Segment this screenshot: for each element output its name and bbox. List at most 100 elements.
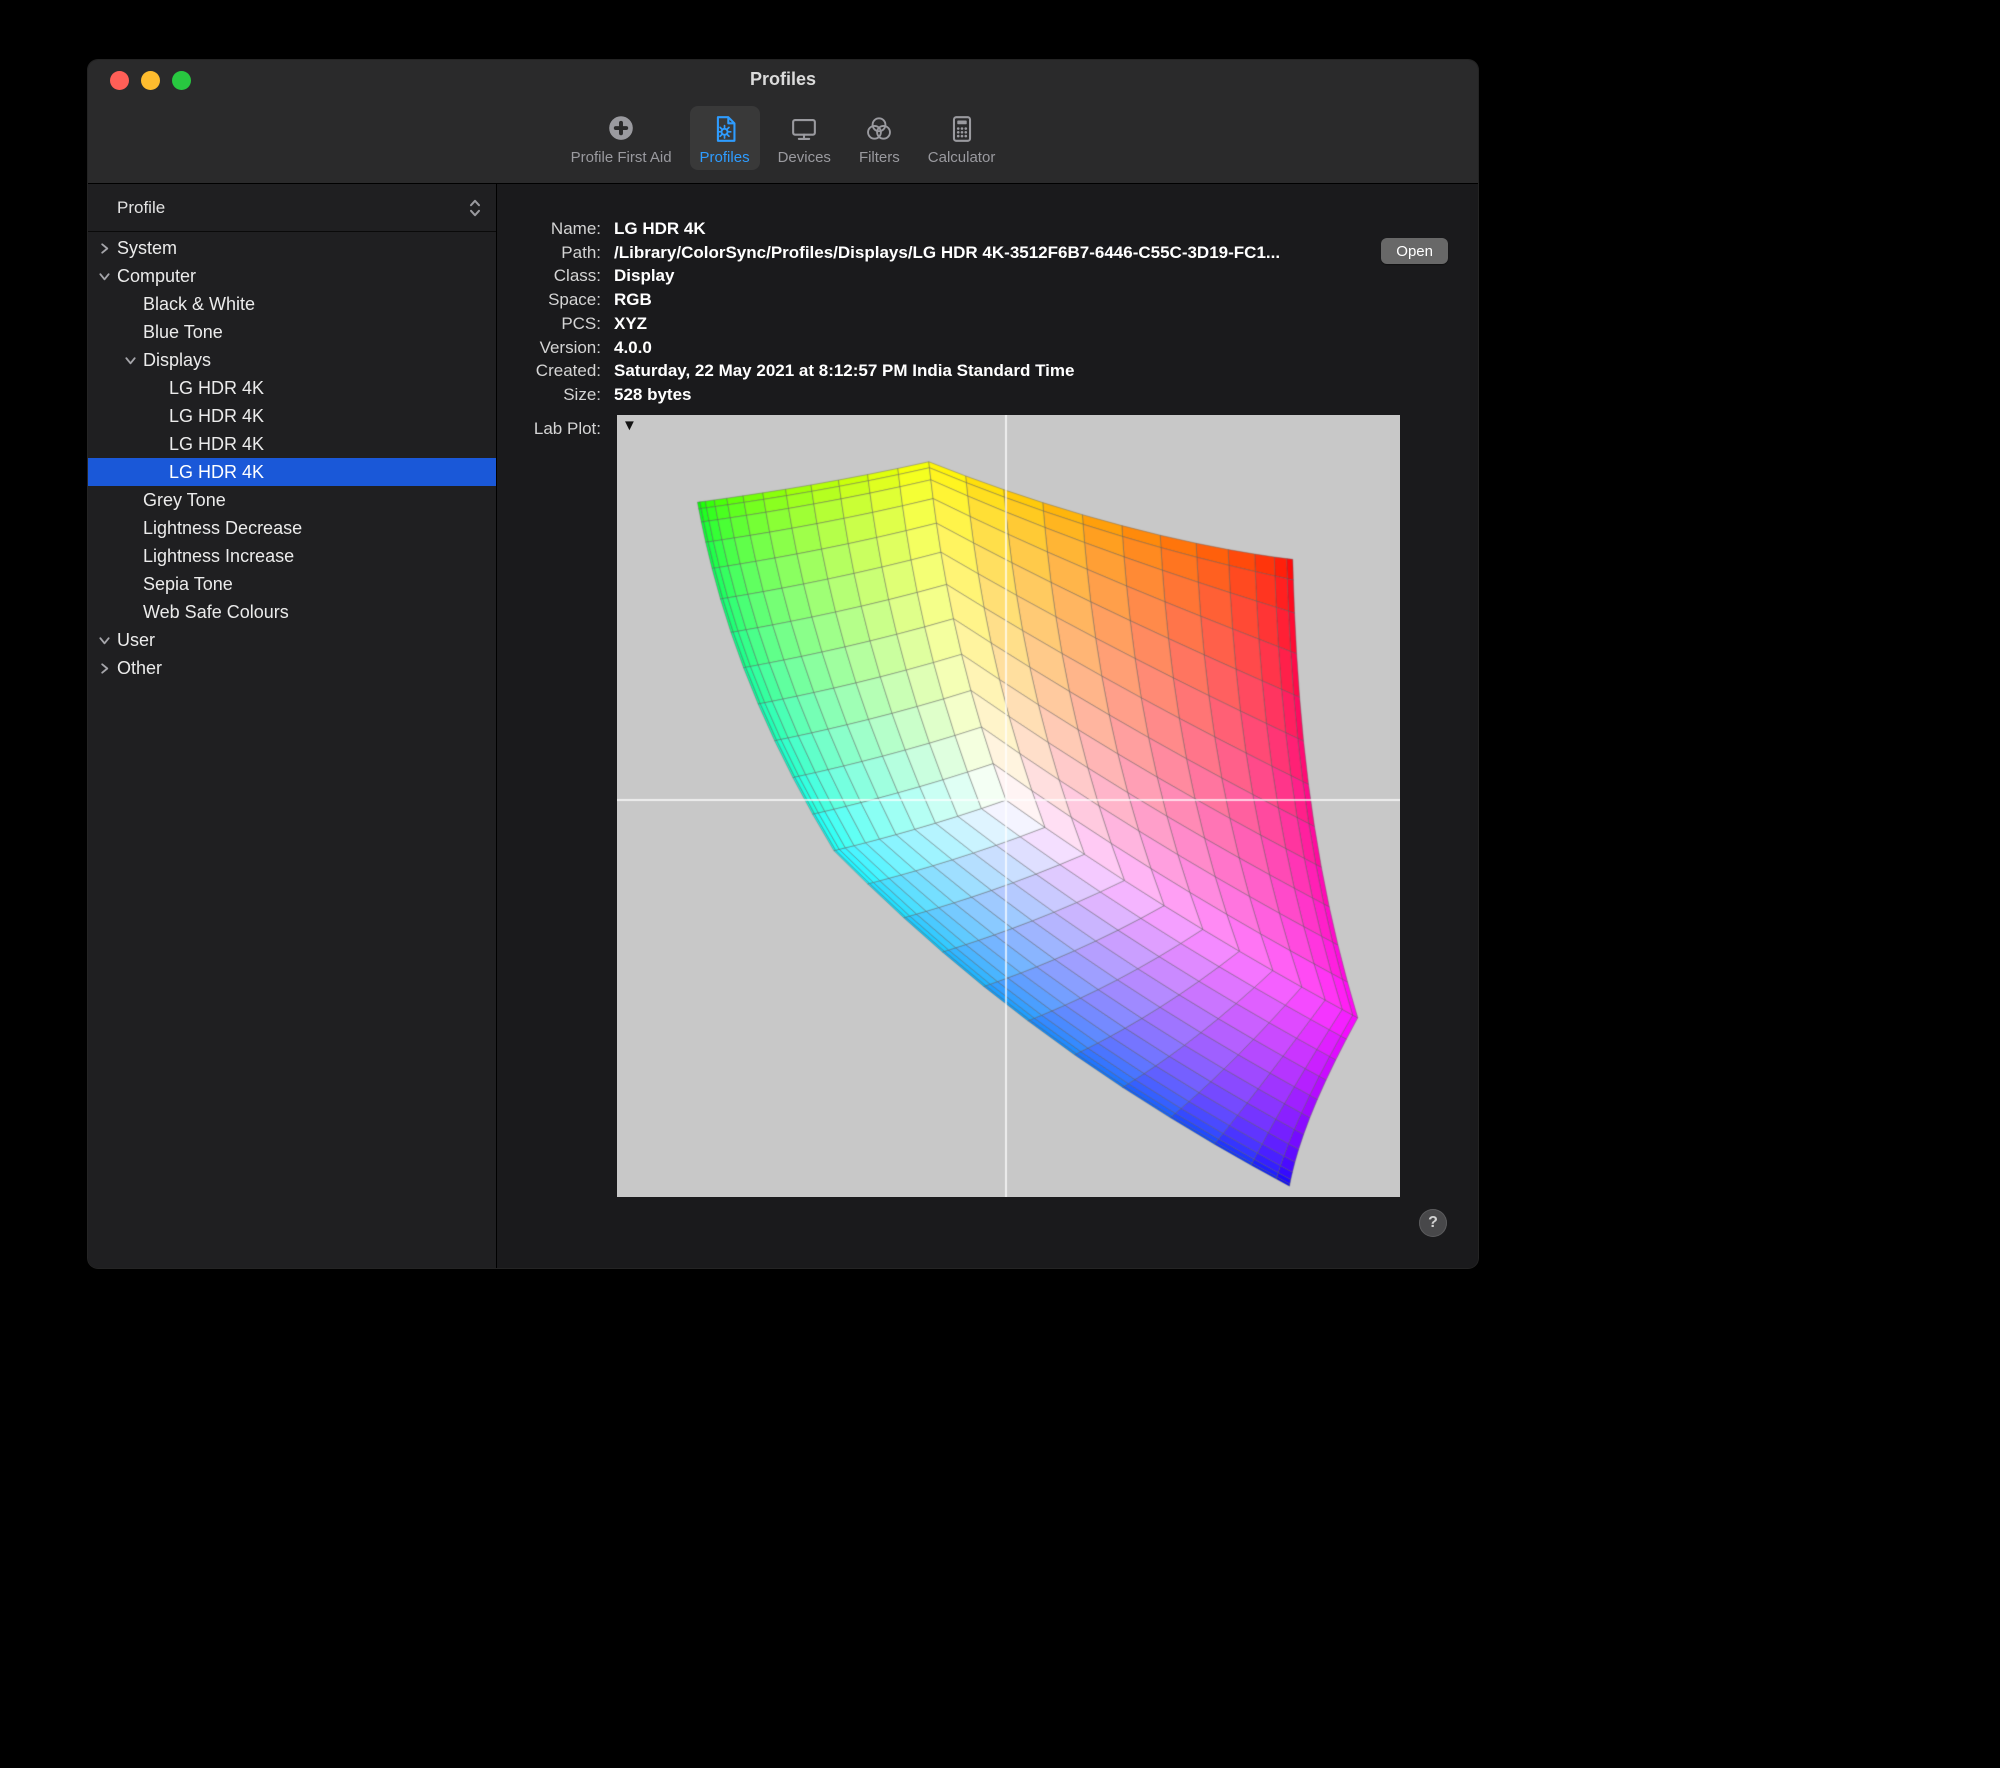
chevron-down-icon[interactable]	[124, 353, 143, 367]
detail-value: 528 bytes	[614, 384, 692, 404]
detail-label: Class:	[553, 266, 601, 286]
profile-details-panel: Name: LG HDR 4K Path: /Library/ColorSync/Pr…	[497, 184, 1478, 1268]
detail-row-pcs: PCS: XYZ	[497, 312, 1478, 336]
zoom-button[interactable]	[172, 71, 191, 90]
detail-row-class: Class: Display	[497, 264, 1478, 288]
detail-row-size: Size: 528 bytes	[497, 383, 1478, 407]
tree-item-label: Lightness Decrease	[143, 517, 303, 538]
tree-item-label: Web Safe Colours	[143, 601, 289, 622]
window-content: Profile System Computer Black & White Blue …	[88, 184, 1478, 1268]
chevron-down-icon[interactable]	[98, 269, 117, 283]
tree-item-label: Lightness Increase	[143, 545, 295, 566]
tree-item-lightness-decrease[interactable]: Lightness Decrease	[88, 514, 496, 542]
up-down-chevrons-icon[interactable]	[468, 197, 482, 219]
detail-label: Name:	[550, 219, 601, 238]
chevron-right-icon[interactable]	[98, 661, 117, 675]
toolbar-item-label: Profiles	[699, 149, 750, 166]
toolbar-item-filters[interactable]: Filters	[849, 106, 910, 170]
detail-value: Display	[614, 266, 675, 286]
detail-label: PCS:	[561, 313, 601, 333]
tree-item-label: LG HDR 4K	[169, 433, 265, 454]
toolbar: Profile First Aid Profiles Devices Filters C…	[88, 106, 1478, 170]
help-button[interactable]: ?	[1419, 1209, 1447, 1237]
chevron-right-icon[interactable]	[98, 241, 117, 255]
window-title: Profiles	[749, 69, 817, 89]
profile-column-header-label: Profile	[117, 197, 166, 217]
tree-item-lg-hdr-4k[interactable]: LG HDR 4K	[88, 458, 496, 486]
display-monitor-icon	[787, 112, 821, 146]
toolbar-item-label: Profile First Aid	[570, 149, 672, 166]
toolbar-item-profile-first-aid[interactable]: Profile First Aid	[561, 106, 682, 170]
profile-column-header[interactable]: Profile	[88, 184, 496, 232]
tree-item-grey-tone[interactable]: Grey Tone	[88, 486, 496, 514]
tree-item-label: LG HDR 4K	[169, 377, 265, 398]
tree-item-system[interactable]: System	[88, 234, 496, 262]
tree-item-label: Black & White	[143, 293, 256, 314]
tree-item-label: User	[117, 629, 156, 650]
tree-item-label: LG HDR 4K	[169, 461, 265, 482]
detail-row-created: Created: Saturday, 22 May 2021 at 8:12:57…	[497, 359, 1478, 383]
tree-item-label: Grey Tone	[143, 489, 226, 510]
colorsync-window: Profiles Profile First Aid Profiles Device…	[88, 60, 1478, 1268]
tree-item-displays[interactable]: Displays	[88, 346, 496, 374]
detail-rows: Name: LG HDR 4K Path: /Library/ColorSync/Pr…	[497, 217, 1478, 407]
tree-item-other[interactable]: Other	[88, 654, 496, 682]
tree-item-web-safe-colours[interactable]: Web Safe Colours	[88, 598, 496, 626]
tree-item-label: Blue Tone	[143, 321, 223, 342]
sidebar: Profile System Computer Black & White Blue …	[88, 184, 497, 1268]
detail-value: 4.0.0	[614, 337, 652, 357]
detail-value: RGB	[614, 290, 652, 310]
profile-tree: System Computer Black & White Blue Tone Disp…	[88, 232, 496, 1268]
profile-first-aid-icon	[604, 112, 638, 146]
tree-item-lg-hdr-4k[interactable]: LG HDR 4K	[88, 430, 496, 458]
lab-plot: ▼	[617, 415, 1400, 1197]
toolbar-item-label: Calculator	[927, 149, 996, 166]
toolbar-item-label: Filters	[858, 149, 900, 166]
detail-row-version: Version: 4.0.0	[497, 336, 1478, 360]
profiles-document-gear-icon	[708, 112, 742, 146]
minimize-button[interactable]	[141, 71, 160, 90]
tree-item-lightness-increase[interactable]: Lightness Increase	[88, 542, 496, 570]
detail-value: Saturday, 22 May 2021 at 8:12:57 PM Indi…	[614, 361, 1075, 381]
detail-value: /Library/ColorSync/Profiles/Displays/LG …	[614, 242, 1281, 262]
detail-row-name: Name: LG HDR 4K	[497, 217, 1478, 241]
tree-item-sepia-tone[interactable]: Sepia Tone	[88, 570, 496, 598]
toolbar-item-calculator[interactable]: Calculator	[918, 106, 1006, 170]
detail-row-path: Path: /Library/ColorSync/Profiles/Display…	[497, 241, 1478, 265]
open-button[interactable]: Open	[1381, 238, 1448, 264]
tree-item-label: System	[117, 237, 178, 258]
detail-row-space: Space: RGB	[497, 288, 1478, 312]
lab-plot-canvas[interactable]	[617, 415, 1400, 1197]
tree-item-black-white[interactable]: Black & White	[88, 290, 496, 318]
tree-item-label: LG HDR 4K	[169, 405, 265, 426]
tree-item-user[interactable]: User	[88, 626, 496, 654]
plot-disclosure-triangle-icon[interactable]: ▼	[622, 418, 637, 433]
toolbar-item-label: Devices	[777, 149, 831, 166]
venn-circles-icon	[862, 112, 896, 146]
detail-label: Space:	[548, 290, 601, 310]
tree-item-computer[interactable]: Computer	[88, 262, 496, 290]
detail-label: Size:	[563, 384, 601, 404]
detail-label: Path:	[561, 242, 601, 262]
detail-label: Version:	[539, 337, 601, 357]
tree-item-lg-hdr-4k[interactable]: LG HDR 4K	[88, 374, 496, 402]
tree-item-label: Displays	[143, 349, 212, 370]
titlebar: Profiles Profile First Aid Profiles Device…	[88, 60, 1478, 184]
tree-item-blue-tone[interactable]: Blue Tone	[88, 318, 496, 346]
close-button[interactable]	[110, 71, 129, 90]
toolbar-item-profiles[interactable]: Profiles	[689, 106, 760, 170]
tree-item-lg-hdr-4k[interactable]: LG HDR 4K	[88, 402, 496, 430]
tree-item-label: Other	[117, 657, 163, 678]
toolbar-item-devices[interactable]: Devices	[768, 106, 841, 170]
chevron-down-icon[interactable]	[98, 633, 117, 647]
detail-label: Created:	[535, 361, 601, 381]
